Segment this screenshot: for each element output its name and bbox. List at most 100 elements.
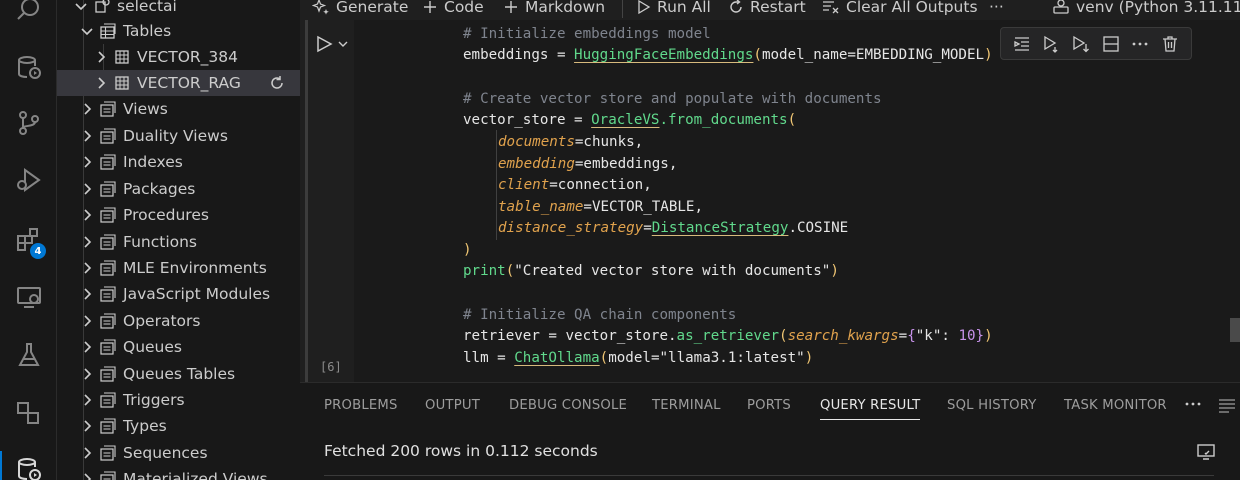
tab-task-monitor[interactable]: TASK MONITOR bbox=[1064, 398, 1167, 413]
tab-output[interactable]: OUTPUT bbox=[425, 398, 480, 413]
tree-item-tables[interactable]: Tables bbox=[57, 18, 300, 44]
database-run-icon[interactable] bbox=[0, 43, 57, 91]
cell-focus-bar bbox=[305, 20, 308, 382]
tree-item-queues-tables[interactable]: Queues Tables bbox=[57, 361, 300, 387]
tree-item-procedures[interactable]: Procedures bbox=[57, 202, 300, 228]
source-control-icon[interactable] bbox=[0, 99, 57, 147]
tree-item-operators[interactable]: Operators bbox=[57, 308, 300, 334]
restart-label: Restart bbox=[750, 0, 806, 16]
trash-icon[interactable] bbox=[1160, 34, 1180, 54]
tree-item-connection[interactable]: selectai bbox=[57, 0, 300, 19]
notebook-toolbar: Generate Code Markdown Run All Restart C… bbox=[300, 0, 1240, 20]
query-status-text: Fetched 200 rows in 0.112 seconds bbox=[324, 442, 598, 460]
triggers-icon bbox=[99, 391, 117, 409]
tree-item-label: Indexes bbox=[123, 153, 183, 171]
chevron-right-icon bbox=[79, 286, 95, 302]
tree-item-table-vector-rag[interactable]: VECTOR_RAG bbox=[57, 70, 300, 96]
tree-item-label: Tables bbox=[123, 22, 172, 40]
execute-below-icon[interactable] bbox=[1071, 34, 1091, 54]
generate-button[interactable]: Generate bbox=[312, 0, 408, 18]
chevron-down-icon bbox=[73, 0, 89, 14]
chevron-right-icon bbox=[79, 154, 95, 170]
indent-guide bbox=[496, 130, 497, 240]
code-line: client=connection, bbox=[498, 177, 652, 193]
result-grid bbox=[324, 475, 1214, 480]
tab-ports[interactable]: PORTS bbox=[747, 398, 791, 413]
execute-above-icon[interactable] bbox=[1012, 34, 1032, 54]
tab-sql-history[interactable]: SQL HISTORY bbox=[947, 398, 1036, 413]
tree-item-label: Queues bbox=[123, 338, 182, 356]
code-label: Code bbox=[444, 0, 484, 16]
tree-item-table-vector-384[interactable]: VECTOR_384 bbox=[57, 44, 300, 70]
tree-item-javascript-modules[interactable]: JavaScript Modules bbox=[57, 281, 300, 307]
execution-count: [6] bbox=[320, 360, 342, 374]
tab-terminal[interactable]: TERMINAL bbox=[652, 398, 721, 413]
testing-flask-icon[interactable] bbox=[0, 331, 57, 379]
tab-problems[interactable]: PROBLEMS bbox=[324, 398, 398, 413]
tree-item-label: Triggers bbox=[123, 391, 185, 409]
tree-item-label: Duality Views bbox=[123, 127, 228, 145]
run-all-button[interactable]: Run All bbox=[622, 0, 711, 18]
tree-item-functions[interactable]: Functions bbox=[57, 229, 300, 255]
code-line: table_name=VECTOR_TABLE, bbox=[498, 199, 704, 215]
execute-cell-and-below-icon[interactable] bbox=[1041, 34, 1061, 54]
vertical-scrollbar[interactable] bbox=[1230, 318, 1240, 342]
tree-item-queues[interactable]: Queues bbox=[57, 334, 300, 360]
restart-icon bbox=[730, 0, 742, 13]
extensions-badge: 4 bbox=[30, 243, 46, 259]
more-actions-icon[interactable] bbox=[1130, 34, 1150, 54]
list-view-icon[interactable] bbox=[1218, 397, 1236, 413]
refresh-icon[interactable] bbox=[268, 74, 286, 92]
chevron-right-icon bbox=[79, 313, 95, 329]
queues-tables-icon bbox=[99, 365, 117, 383]
queues-icon bbox=[99, 338, 117, 356]
sparkle-icon bbox=[312, 0, 329, 15]
chevron-down-icon[interactable] bbox=[337, 38, 349, 50]
extensions-icon[interactable]: 4 bbox=[0, 216, 57, 264]
remote-explorer-icon[interactable] bbox=[0, 273, 57, 321]
duality-views-icon bbox=[99, 127, 117, 145]
tree-item-materialized-views[interactable]: Materialized Views bbox=[57, 466, 300, 480]
tree-item-label: Sequences bbox=[123, 444, 208, 462]
tree-item-label: VECTOR_RAG bbox=[137, 74, 241, 92]
chevron-right-icon bbox=[79, 260, 95, 276]
tables-icon bbox=[99, 22, 117, 40]
tree-item-mle-environments[interactable]: MLE Environments bbox=[57, 255, 300, 281]
export-results-icon[interactable] bbox=[1196, 443, 1216, 461]
run-debug-icon[interactable] bbox=[0, 156, 57, 204]
tab-query-result[interactable]: QUERY RESULT bbox=[820, 398, 921, 420]
packages-icon bbox=[99, 180, 117, 198]
clear-all-icon bbox=[823, 1, 839, 14]
add-markdown-button[interactable]: Markdown bbox=[503, 0, 605, 18]
run-all-icon bbox=[638, 0, 651, 15]
code-line: embedding=embeddings, bbox=[498, 156, 678, 172]
split-cell-icon[interactable] bbox=[1101, 34, 1121, 54]
connections-icon[interactable] bbox=[0, 389, 57, 437]
tree-item-sequences[interactable]: Sequences bbox=[57, 440, 300, 466]
chevron-right-icon bbox=[79, 207, 95, 223]
search-icon[interactable] bbox=[0, 0, 57, 34]
cell-toolbar bbox=[1000, 27, 1192, 60]
tree-item-triggers[interactable]: Triggers bbox=[57, 387, 300, 413]
kernel-picker[interactable]: venv (Python 3.11.11) bbox=[1052, 0, 1240, 18]
add-code-button[interactable]: Code bbox=[422, 0, 484, 18]
tree-item-label: Types bbox=[123, 417, 167, 435]
tree-item-duality-views[interactable]: Duality Views bbox=[57, 123, 300, 149]
more-label: ··· bbox=[989, 0, 1004, 16]
tree-item-types[interactable]: Types bbox=[57, 413, 300, 439]
chevron-right-icon bbox=[79, 418, 95, 434]
tab-debug-console[interactable]: DEBUG CONSOLE bbox=[509, 398, 627, 413]
tree-item-packages[interactable]: Packages bbox=[57, 176, 300, 202]
tree-item-label: Procedures bbox=[123, 206, 209, 224]
tree-item-views[interactable]: Views bbox=[57, 96, 300, 122]
tree-item-indexes[interactable]: Indexes bbox=[57, 149, 300, 175]
code-line: # Create vector store and populate with … bbox=[463, 91, 882, 107]
panel-more-icon[interactable] bbox=[1184, 395, 1202, 413]
sql-developer-icon[interactable] bbox=[0, 445, 57, 480]
toolbar-more-button[interactable]: ··· bbox=[989, 0, 1004, 18]
code-line: documents=chunks, bbox=[498, 134, 644, 150]
clear-outputs-button[interactable]: Clear All Outputs bbox=[822, 0, 978, 18]
code-line: vector_store = OracleVS.from_documents( bbox=[463, 112, 797, 128]
restart-button[interactable]: Restart bbox=[728, 0, 806, 18]
run-cell-icon[interactable] bbox=[314, 34, 334, 54]
